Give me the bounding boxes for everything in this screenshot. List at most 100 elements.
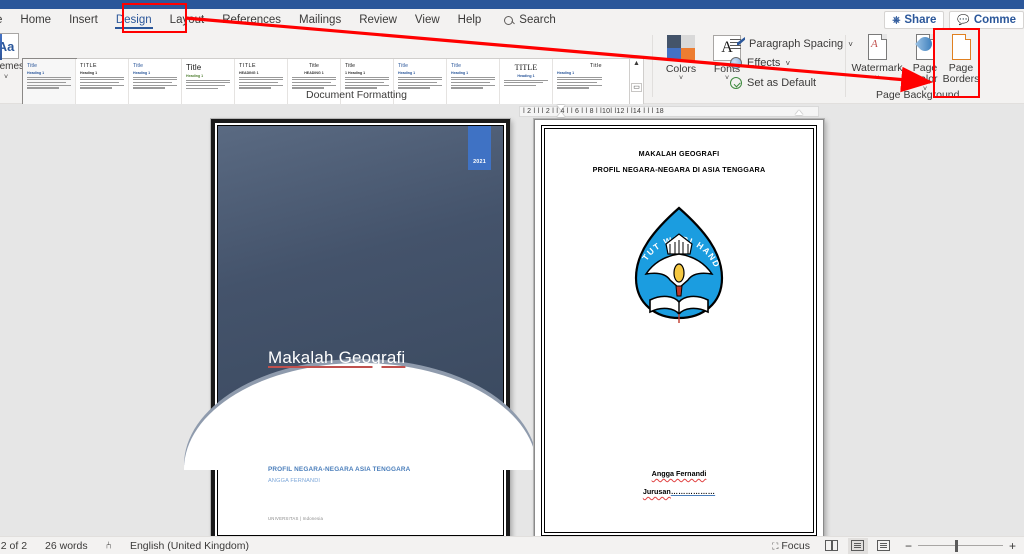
first-line-indent-marker[interactable] [557, 105, 565, 110]
paragraph-spacing-label: Paragraph Spacing [749, 38, 844, 50]
chevron-down-icon[interactable]: ˅ [679, 75, 683, 82]
tab-layout[interactable]: Layout [161, 9, 214, 31]
horizontal-ruler[interactable]: ǀ 2 ǀ ǀ ǀ 2 ǀ ǀ 4 ǀ ǀ 6 ǀ ǀ 8 ǀ ǀ10ǀ ǀ12… [0, 104, 1024, 119]
title-bar [0, 0, 1024, 9]
status-bar: e 2 of 2 26 words ⑃ English (United King… [0, 536, 1024, 554]
thumb-title: Title [345, 63, 356, 69]
thumb-title: Title [589, 63, 602, 69]
tab-mailings[interactable]: Mailings [290, 9, 350, 31]
proofing-icon[interactable]: ⑃ [97, 540, 121, 552]
group-divider [652, 35, 653, 97]
comments-button[interactable]: 💬 Comme [949, 11, 1024, 29]
thumb-title: Title [186, 63, 202, 72]
zoom-control[interactable]: − + [897, 540, 1024, 552]
page-borders-icon [948, 34, 974, 62]
thumb-title: TITLE [514, 63, 538, 72]
document-page-1[interactable]: 2021 Makalah Geografi PROFIL NEGARA-NEGA… [183, 119, 538, 542]
chevron-down-icon[interactable]: ˅ [725, 75, 729, 82]
zoom-slider-thumb[interactable] [954, 539, 959, 552]
paragraph-spacing-icon [730, 37, 744, 51]
search-label: Search [519, 14, 556, 26]
gallery-more-icon[interactable]: ▭ [631, 82, 642, 92]
thumb-heading: Heading 1 [80, 71, 98, 75]
page2-heading-2[interactable]: PROFIL NEGARA-NEGARA DI ASIA TENGGARA [535, 165, 823, 174]
chevron-down-icon[interactable]: ˅ [4, 74, 8, 81]
view-print-layout-button[interactable] [847, 537, 868, 554]
thumb-title: Title [133, 63, 144, 69]
set-as-default-button[interactable]: Set as Default [730, 77, 816, 89]
cover-title[interactable]: Makalah Geografi [268, 348, 405, 368]
watermark-icon: A [864, 34, 890, 62]
zoom-slider[interactable] [917, 539, 1003, 552]
page2-author-name[interactable]: Angga Fernandi [535, 469, 823, 478]
zoom-in-button[interactable]: + [1009, 540, 1016, 552]
hanging-indent-marker[interactable] [557, 112, 565, 117]
thumb-heading: Heading 1 [398, 71, 416, 75]
thumb-heading: 1 Heading 1 [345, 71, 366, 75]
status-bar-right: ⛶ Focus − + [763, 537, 1024, 554]
word-window: e Home Insert Design Layout References M… [0, 0, 1024, 554]
group-label-document-formatting: Document Formatting [306, 89, 407, 101]
titlebar-commands: ⎈ Share 💬 Comme [879, 9, 1024, 31]
check-circle-icon [730, 77, 742, 89]
ribbon: Aa Themes ˅ Title Heading 1 TITLE Headin… [0, 31, 1024, 116]
chevron-down-icon[interactable]: ˅ [875, 75, 879, 82]
cover-footer[interactable]: UNIVERSITAS | Indonesia [268, 516, 323, 521]
thumb-heading: Heading 1 [517, 74, 535, 78]
thumb-heading: HEADING 1 [304, 71, 324, 75]
page2-jurusan-line[interactable]: Jurusan……………… [535, 487, 823, 496]
thumb-heading: HEADING 1 [239, 71, 259, 75]
tab-references[interactable]: References [213, 9, 290, 31]
focus-label: Focus [781, 539, 810, 552]
view-web-layout-button[interactable] [874, 538, 894, 554]
thumb-title: Title [398, 63, 409, 69]
thumb-title: TITLE [80, 63, 97, 69]
cover-author[interactable]: ANGGA FERNANDI [268, 478, 320, 484]
share-icon: ⎈ [892, 14, 901, 26]
view-read-mode-button[interactable] [822, 538, 842, 554]
page-color-label-line2: Color [912, 73, 938, 85]
themes-icon: Aa [0, 33, 19, 60]
cover-year-tab: 2021 [468, 126, 491, 170]
tab-insert[interactable]: Insert [60, 9, 107, 31]
thumb-heading: Heading 1 [186, 74, 204, 78]
zoom-out-button[interactable]: − [905, 540, 912, 552]
thumb-title: Title [451, 63, 462, 69]
tab-file[interactable]: e [0, 9, 11, 31]
focus-button[interactable]: ⛶ Focus [763, 540, 819, 552]
ribbon-tab-strip: e Home Insert Design Layout References M… [0, 9, 1024, 31]
ruler-marks: ǀ 2 ǀ ǀ ǀ 2 ǀ ǀ 4 ǀ ǀ 6 ǀ ǀ 8 ǀ ǀ10ǀ ǀ12… [523, 108, 664, 115]
status-word-count[interactable]: 26 words [36, 540, 97, 552]
document-canvas[interactable]: 2021 Makalah Geografi PROFIL NEGARA-NEGA… [0, 119, 1024, 542]
thumb-title: TITLE [239, 63, 256, 69]
cover-subtitle[interactable]: PROFIL NEGARA-NEGARA ASIA TENGGARA [268, 466, 410, 473]
tab-design[interactable]: Design [107, 9, 161, 31]
tut-wuri-handayani-logo: TUT WURI HANDAYANI [620, 196, 734, 324]
right-indent-marker[interactable] [795, 110, 803, 115]
comments-label: Comme [973, 14, 1016, 26]
read-mode-icon [825, 540, 839, 551]
scroll-up-icon[interactable]: ▲ [633, 60, 640, 67]
document-page-2[interactable]: MAKALAH GEOGRAFI PROFIL NEGARA-NEGARA DI… [534, 119, 824, 542]
tab-home[interactable]: Home [11, 9, 60, 31]
status-page-indicator[interactable]: e 2 of 2 [0, 540, 36, 552]
tab-review[interactable]: Review [350, 9, 406, 31]
group-divider [845, 35, 846, 97]
status-language[interactable]: English (United Kingdom) [121, 540, 258, 552]
share-button[interactable]: ⎈ Share [884, 11, 945, 29]
tab-help[interactable]: Help [449, 9, 491, 31]
share-label: Share [904, 14, 937, 26]
thumb-title: Title [27, 63, 38, 69]
web-layout-icon [877, 540, 891, 551]
focus-icon: ⛶ [772, 540, 779, 551]
paragraph-spacing-button[interactable]: Paragraph Spacing ˅ [730, 37, 853, 51]
search-box[interactable]: Search [504, 14, 556, 26]
comment-icon: 💬 [957, 14, 970, 26]
effects-button[interactable]: Effects ˅ [730, 57, 790, 69]
theme-colors-button[interactable]: Colors ˅ [658, 35, 704, 97]
effects-label: Effects [747, 57, 781, 69]
tab-view[interactable]: View [406, 9, 449, 31]
chevron-down-icon[interactable]: ˅ [785, 59, 790, 68]
thumb-heading: Heading 1 [557, 71, 575, 75]
page2-heading-1[interactable]: MAKALAH GEOGRAFI [535, 149, 823, 158]
